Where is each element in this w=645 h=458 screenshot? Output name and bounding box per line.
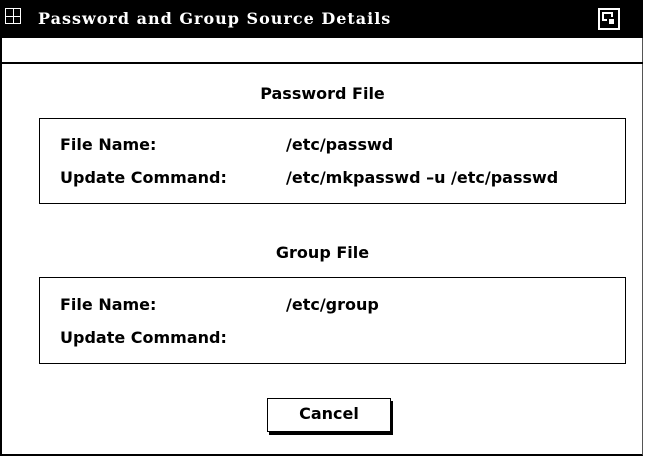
- group-file-group: File Name: /etc/group Update Command:: [39, 277, 626, 364]
- group-file-name-value: /etc/group: [286, 295, 379, 314]
- group-file-name-label: File Name:: [60, 295, 157, 314]
- password-file-name-value: /etc/passwd: [286, 135, 394, 154]
- cancel-button[interactable]: Cancel: [267, 398, 391, 432]
- window-menu-icon[interactable]: [5, 8, 21, 24]
- password-update-command-label: Update Command:: [60, 168, 227, 187]
- password-file-heading: Password File: [260, 84, 385, 103]
- dialog-window: Password and Group Source Details Passwo…: [0, 0, 643, 456]
- maximize-icon[interactable]: [598, 8, 620, 30]
- header-divider: [2, 62, 643, 64]
- password-file-name-label: File Name:: [60, 135, 157, 154]
- title-bar[interactable]: Password and Group Source Details: [2, 0, 643, 38]
- group-file-heading: Group File: [275, 243, 370, 262]
- window-title: Password and Group Source Details: [38, 9, 392, 28]
- password-update-command-value: /etc/mkpasswd –u /etc/passwd: [286, 168, 559, 187]
- group-update-command-label: Update Command:: [60, 328, 227, 347]
- password-file-group: File Name: /etc/passwd Update Command: /…: [39, 118, 626, 204]
